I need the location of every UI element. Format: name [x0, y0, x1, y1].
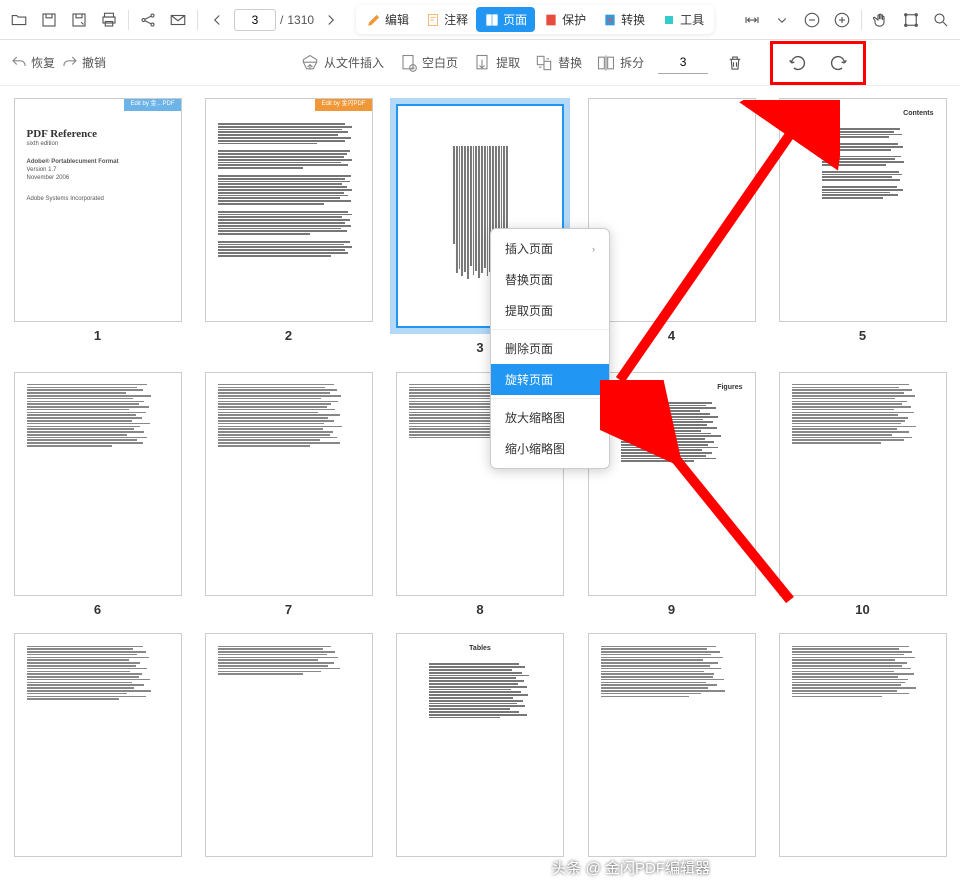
blank-page-button[interactable]: 空白页 [398, 53, 458, 73]
thumb-label: 8 [476, 602, 483, 617]
chevron-down-icon[interactable] [769, 7, 795, 33]
mail-icon[interactable] [165, 7, 191, 33]
split-button[interactable]: 拆分 [596, 53, 644, 73]
body-text [218, 123, 360, 257]
main-tab-group: 编辑 注释 页面 保护 转换 工具 [356, 5, 714, 34]
context-menu: 插入页面› 替换页面 提取页面 删除页面 旋转页面 放大缩略图 缩小缩略图 [490, 228, 610, 469]
thumb-page-15[interactable] [773, 633, 952, 864]
toc-lines [822, 128, 934, 199]
zoom-out-icon[interactable] [799, 7, 825, 33]
thumbnail-grid: Edit by 金…PDF PDF Reference sixth editio… [0, 86, 960, 876]
next-page-icon[interactable] [318, 7, 344, 33]
open-folder-icon[interactable] [6, 7, 32, 33]
select-icon[interactable] [898, 7, 924, 33]
zoom-in-icon[interactable] [829, 7, 855, 33]
thumb-label: 3 [476, 340, 483, 355]
save-icon[interactable] [36, 7, 62, 33]
page-total: 1310 [287, 13, 314, 27]
page-toolbar: 恢复 撤销 从文件插入 空白页 提取 替换 拆分 [0, 40, 960, 86]
thumb-page-12[interactable] [199, 633, 378, 864]
rotate-right-icon[interactable] [825, 50, 851, 76]
replace-button[interactable]: 替换 [534, 53, 582, 73]
thumb-page-6[interactable]: 6 [8, 372, 187, 624]
undo-button[interactable]: 恢复 [10, 54, 55, 72]
thumb-page-14[interactable] [582, 633, 761, 864]
hand-tool-icon[interactable] [868, 7, 894, 33]
menu-delete-page[interactable]: 删除页面 [491, 333, 609, 364]
thumb-page-13[interactable]: Tables [390, 633, 570, 864]
thumb-label: 1 [94, 328, 101, 343]
search-icon[interactable] [928, 7, 954, 33]
figures-heading: Figures [601, 383, 743, 392]
watermark-text: 头条 @ 金闪PDF编辑器 [551, 857, 710, 878]
thumb-label: 7 [285, 602, 292, 617]
thumb-page-10[interactable]: 10 [773, 372, 952, 624]
doc-title: PDF Reference [27, 127, 169, 141]
page-number-input[interactable] [234, 9, 276, 31]
contents-heading: Contents [792, 109, 934, 118]
insert-from-file-button[interactable]: 从文件插入 [300, 53, 384, 73]
page-separator: / [280, 13, 283, 27]
thumb-page-1[interactable]: Edit by 金…PDF PDF Reference sixth editio… [8, 98, 187, 362]
thumb-label: 5 [859, 328, 866, 343]
chevron-right-icon: › [592, 244, 595, 254]
menu-replace-page[interactable]: 替换页面 [491, 264, 609, 295]
thumb-page-5[interactable]: Contents 5 [773, 98, 952, 362]
tab-page[interactable]: 页面 [476, 7, 535, 32]
rotate-highlight-box [770, 41, 866, 85]
thumb-label: 6 [94, 602, 101, 617]
tab-edit[interactable]: 编辑 [358, 7, 417, 32]
delete-icon[interactable] [722, 50, 748, 76]
thumb-page-2[interactable]: Edit by 金闪PDF 2 [199, 98, 378, 362]
menu-rotate-page[interactable]: 旋转页面 [491, 364, 609, 395]
tab-convert[interactable]: 转换 [594, 7, 653, 32]
print-icon[interactable] [96, 7, 122, 33]
extract-button[interactable]: 提取 [472, 53, 520, 73]
menu-extract-page[interactable]: 提取页面 [491, 295, 609, 326]
prev-page-icon[interactable] [204, 7, 230, 33]
thumb-label: 9 [668, 602, 675, 617]
split-count-input[interactable] [658, 52, 708, 74]
tab-protect[interactable]: 保护 [535, 7, 594, 32]
share-icon[interactable] [135, 7, 161, 33]
thumb-page-7[interactable]: 7 [199, 372, 378, 624]
thumb-label: 4 [668, 328, 675, 343]
top-toolbar: / 1310 编辑 注释 页面 保护 转换 工具 [0, 0, 960, 40]
tab-annotate[interactable]: 注释 [417, 7, 476, 32]
menu-zoom-out-thumb[interactable]: 缩小缩略图 [491, 433, 609, 464]
thumb-page-11[interactable] [8, 633, 187, 864]
edit-badge: Edit by 金闪PDF [315, 99, 371, 111]
thumb-label: 2 [285, 328, 292, 343]
rotate-left-icon[interactable] [785, 50, 811, 76]
menu-zoom-in-thumb[interactable]: 放大缩略图 [491, 402, 609, 433]
edit-badge: Edit by 金…PDF [124, 99, 180, 111]
menu-insert-page[interactable]: 插入页面› [491, 233, 609, 264]
tab-tools[interactable]: 工具 [653, 7, 712, 32]
redo-button[interactable]: 撤销 [61, 54, 106, 72]
fit-width-icon[interactable] [739, 7, 765, 33]
thumb-label: 10 [855, 602, 869, 617]
save-as-icon[interactable] [66, 7, 92, 33]
tables-heading: Tables [409, 644, 551, 653]
